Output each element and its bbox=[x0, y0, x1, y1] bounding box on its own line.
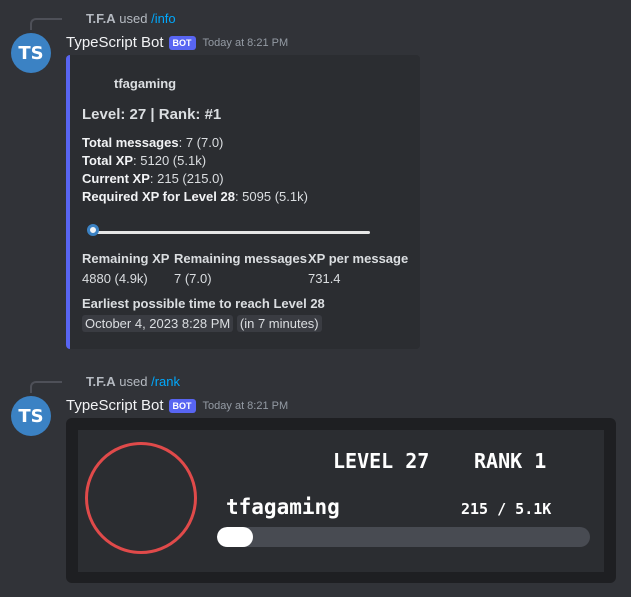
message-header: TypeScript Bot BOT Today at 8:21 PM bbox=[66, 397, 288, 414]
reply-command[interactable]: /info bbox=[151, 11, 176, 26]
field-value: 731.4 bbox=[308, 271, 341, 286]
rank-label: RANK 1 bbox=[474, 449, 547, 473]
reply-spine bbox=[30, 18, 62, 30]
xp-text: 215 / 5.1K bbox=[461, 500, 552, 518]
stat-line: Required XP for Level 28: 5095 (5.1k) bbox=[82, 189, 308, 204]
stat-value: : 7 (7.0) bbox=[178, 135, 224, 150]
info-embed: tfagaming Level: 27 | Rank: #1 Total mes… bbox=[66, 55, 420, 349]
stat-key: Current XP bbox=[82, 171, 150, 186]
stat-key: Total messages bbox=[82, 135, 179, 150]
stat-line: Current XP: 215 (215.0) bbox=[82, 171, 224, 186]
reply-used-text: used bbox=[119, 374, 148, 389]
avatar-initials: TS bbox=[18, 405, 44, 427]
field-name: Remaining messages bbox=[174, 251, 307, 266]
level-progress-track bbox=[94, 231, 370, 234]
avatar-initials: TS bbox=[18, 42, 44, 64]
author-name[interactable]: TypeScript Bot bbox=[66, 34, 164, 51]
earliest-timestamp[interactable]: October 4, 2023 8:28 PM bbox=[82, 315, 234, 332]
message-header: TypeScript Bot BOT Today at 8:21 PM bbox=[66, 34, 288, 51]
embed-author[interactable]: tfagaming bbox=[114, 76, 176, 91]
avatar-ring bbox=[85, 442, 197, 554]
avatar[interactable]: TS bbox=[11, 33, 51, 73]
xp-progress-fill bbox=[217, 527, 253, 547]
level-label: LEVEL 27 bbox=[333, 449, 430, 473]
level-progress-knob bbox=[87, 224, 99, 236]
stat-value: : 5120 (5.1k) bbox=[133, 153, 207, 168]
reply-reference[interactable]: T.F.A used /info bbox=[86, 11, 176, 26]
timestamp[interactable]: Today at 8:21 PM bbox=[203, 400, 289, 412]
bot-tag: BOT bbox=[168, 398, 196, 413]
field-name: XP per message bbox=[308, 251, 409, 266]
author-name[interactable]: TypeScript Bot bbox=[66, 397, 164, 414]
reply-username[interactable]: T.F.A bbox=[86, 374, 116, 389]
stat-value: : 5095 (5.1k) bbox=[234, 189, 308, 204]
field-value: 7 (7.0) bbox=[174, 271, 212, 286]
earliest-line: October 4, 2023 8:28 PM (in 7 minutes) bbox=[82, 315, 322, 332]
reply-reference[interactable]: T.F.A used /rank bbox=[86, 374, 180, 389]
timestamp[interactable]: Today at 8:21 PM bbox=[203, 37, 289, 49]
reply-command[interactable]: /rank bbox=[151, 374, 180, 389]
stat-value: : 215 (215.0) bbox=[149, 171, 224, 186]
rank-username: tfagaming bbox=[226, 495, 340, 519]
stat-line: Total XP: 5120 (5.1k) bbox=[82, 153, 206, 168]
stat-key: Total XP bbox=[82, 153, 134, 168]
earliest-relative[interactable]: (in 7 minutes) bbox=[236, 315, 322, 332]
xp-progress-track bbox=[217, 527, 590, 547]
stat-line: Total messages: 7 (7.0) bbox=[82, 135, 223, 150]
field-value: 4880 (4.9k) bbox=[82, 271, 148, 286]
bot-tag: BOT bbox=[168, 35, 196, 50]
stat-key: Required XP for Level 28 bbox=[82, 189, 235, 204]
earliest-title: Earliest possible time to reach Level 28 bbox=[82, 296, 325, 311]
reply-spine bbox=[30, 381, 62, 393]
reply-username[interactable]: T.F.A bbox=[86, 11, 116, 26]
avatar[interactable]: TS bbox=[11, 396, 51, 436]
field-name: Remaining XP bbox=[82, 251, 170, 266]
embed-title: Level: 27 | Rank: #1 bbox=[82, 106, 222, 123]
reply-used-text: used bbox=[119, 11, 148, 26]
